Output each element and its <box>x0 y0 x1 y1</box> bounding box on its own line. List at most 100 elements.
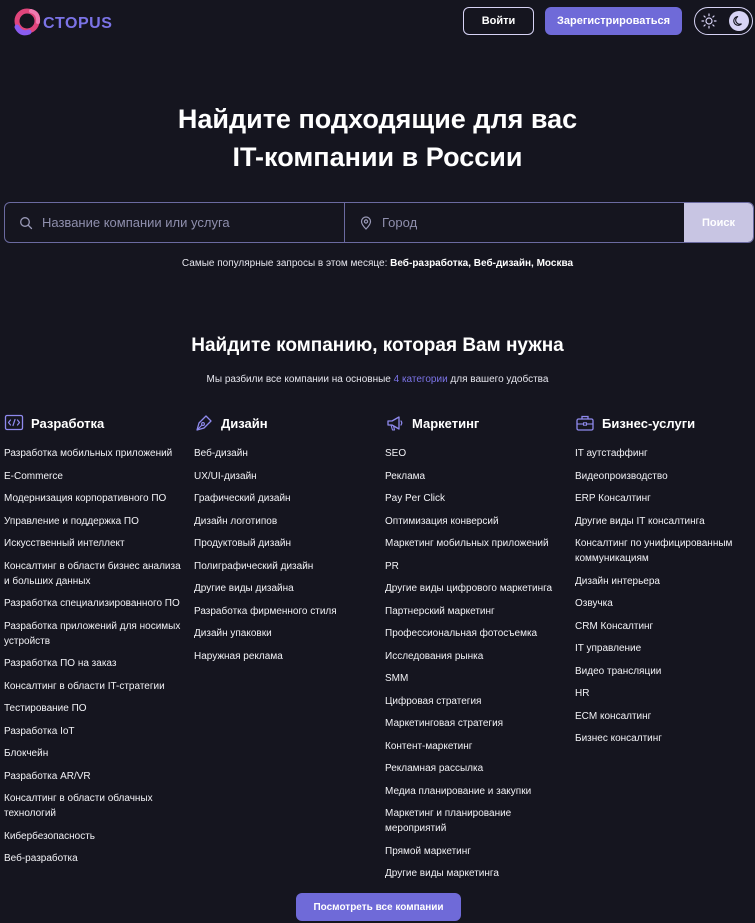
list-item[interactable]: Pay Per Click <box>385 491 570 506</box>
list-item[interactable]: Тестирование ПО <box>4 701 189 716</box>
category-list: Веб-дизайн UX/UI-дизайн Графический диза… <box>194 446 379 664</box>
list-item[interactable]: Кибербезопасность <box>4 829 189 844</box>
hero-title-line1: Найдите подходящие для вас <box>0 100 755 138</box>
search-bar: Поиск <box>4 202 754 243</box>
category-list: IT аутстаффинг Видеопроизводство ERP Кон… <box>575 446 755 746</box>
section-subtitle: Мы разбили все компании на основные 4 ка… <box>0 374 755 385</box>
login-button[interactable]: Войти <box>463 7 534 35</box>
list-item[interactable]: CRM Консалтинг <box>575 619 755 634</box>
category-development: Разработка Разработка мобильных приложен… <box>4 411 189 874</box>
category-header[interactable]: Дизайн <box>194 411 379 435</box>
list-item[interactable]: Другие виды маркетинга <box>385 866 570 881</box>
register-button[interactable]: Зарегистрироваться <box>545 7 682 35</box>
list-item[interactable]: Рекламная рассылка <box>385 761 570 776</box>
list-item[interactable]: Контент-маркетинг <box>385 739 570 754</box>
logo[interactable]: CTOPUS <box>11 5 112 39</box>
list-item[interactable]: Искусственный интеллект <box>4 536 189 551</box>
list-item[interactable]: Дизайн интерьера <box>575 574 755 589</box>
list-item[interactable]: Разработка ПО на заказ <box>4 656 189 671</box>
list-item[interactable]: Маркетинговая стратегия <box>385 716 570 731</box>
list-item[interactable]: Исследования рынка <box>385 649 570 664</box>
list-item[interactable]: Разработка специализированного ПО <box>4 596 189 611</box>
list-item[interactable]: Разработка IoT <box>4 724 189 739</box>
list-item[interactable]: Прямой маркетинг <box>385 844 570 859</box>
list-item[interactable]: Консалтинг в области IT-стратегии <box>4 679 189 694</box>
category-title: Дизайн <box>221 416 268 431</box>
list-item[interactable]: SEO <box>385 446 570 461</box>
list-item[interactable]: Озвучка <box>575 596 755 611</box>
list-item[interactable]: Медиа планирование и закупки <box>385 784 570 799</box>
list-item[interactable]: Видеопроизводство <box>575 469 755 484</box>
list-item[interactable]: Маркетинг мобильных приложений <box>385 536 570 551</box>
list-item[interactable]: Консалтинг по унифицированным коммуникац… <box>575 536 755 566</box>
list-item[interactable]: Профессиональная фотосъемка <box>385 626 570 641</box>
list-item[interactable]: E-Commerce <box>4 469 189 484</box>
category-title: Бизнес-услуги <box>602 416 695 431</box>
list-item[interactable]: UX/UI-дизайн <box>194 469 379 484</box>
category-header[interactable]: Бизнес-услуги <box>575 411 755 435</box>
search-input[interactable] <box>42 215 322 230</box>
list-item[interactable]: SMM <box>385 671 570 686</box>
search-button[interactable]: Поиск <box>684 203 753 242</box>
megaphone-icon <box>385 413 405 433</box>
list-item[interactable]: IT управление <box>575 641 755 656</box>
city-field <box>345 203 684 242</box>
list-item[interactable]: Маркетинг и планирование мероприятий <box>385 806 570 836</box>
list-item[interactable]: Разработка фирменного стиля <box>194 604 379 619</box>
list-item[interactable]: ERP Консалтинг <box>575 491 755 506</box>
hero-title-line2: IT-компании в России <box>0 138 755 176</box>
city-input[interactable] <box>382 215 662 230</box>
list-item[interactable]: Веб-дизайн <box>194 446 379 461</box>
list-item[interactable]: Разработка приложений для носимых устрой… <box>4 619 189 649</box>
list-item[interactable]: IT аутстаффинг <box>575 446 755 461</box>
category-list: Разработка мобильных приложений E-Commer… <box>4 446 189 866</box>
category-title: Маркетинг <box>412 416 479 431</box>
list-item[interactable]: HR <box>575 686 755 701</box>
list-item[interactable]: Консалтинг в области бизнес анализа и бо… <box>4 559 189 589</box>
list-item[interactable]: Другие виды IT консалтинга <box>575 514 755 529</box>
list-item[interactable]: Наружная реклама <box>194 649 379 664</box>
list-item[interactable]: Дизайн логотипов <box>194 514 379 529</box>
list-item[interactable]: Партнерский маркетинг <box>385 604 570 619</box>
list-item[interactable]: Блокчейн <box>4 746 189 761</box>
subtitle-after: для вашего удобства <box>448 374 549 385</box>
list-item[interactable]: Оптимизация конверсий <box>385 514 570 529</box>
list-item[interactable]: ECM консалтинг <box>575 709 755 724</box>
briefcase-icon <box>575 413 595 433</box>
list-item[interactable]: Другие виды цифрового маркетинга <box>385 581 570 596</box>
list-item[interactable]: Консалтинг в области облачных технологий <box>4 791 189 821</box>
logo-text: CTOPUS <box>43 15 112 33</box>
view-all-companies-button[interactable]: Посмотреть все компании <box>296 893 461 921</box>
popular-links[interactable]: Веб-разработка, Веб-дизайн, Москва <box>390 258 573 269</box>
list-item[interactable]: Бизнес консалтинг <box>575 731 755 746</box>
list-item[interactable]: Управление и поддержка ПО <box>4 514 189 529</box>
pen-nib-icon <box>194 413 214 433</box>
octopus-logo-icon <box>11 5 45 39</box>
list-item[interactable]: Модернизация корпоративного ПО <box>4 491 189 506</box>
list-item[interactable]: Продуктовый дизайн <box>194 536 379 551</box>
header: CTOPUS Войти Зарегистрироваться <box>0 0 755 44</box>
toggle-knob <box>729 11 749 31</box>
list-item[interactable]: Цифровая стратегия <box>385 694 570 709</box>
list-item[interactable]: PR <box>385 559 570 574</box>
category-header[interactable]: Маркетинг <box>385 411 570 435</box>
list-item[interactable]: Другие виды дизайна <box>194 581 379 596</box>
list-item[interactable]: Реклама <box>385 469 570 484</box>
list-item[interactable]: Разработка мобильных приложений <box>4 446 189 461</box>
location-pin-icon <box>359 216 373 230</box>
category-marketing: Маркетинг SEO Реклама Pay Per Click Опти… <box>385 411 570 889</box>
category-business: Бизнес-услуги IT аутстаффинг Видеопроизв… <box>575 411 755 754</box>
list-item[interactable]: Дизайн упаковки <box>194 626 379 641</box>
list-item[interactable]: Веб-разработка <box>4 851 189 866</box>
theme-toggle[interactable] <box>694 7 753 35</box>
code-icon <box>4 413 24 433</box>
list-item[interactable]: Видео трансляции <box>575 664 755 679</box>
category-header[interactable]: Разработка <box>4 411 189 435</box>
list-item[interactable]: Полиграфический дизайн <box>194 559 379 574</box>
section-title: Найдите компанию, которая Вам нужна <box>0 335 755 357</box>
hero-title: Найдите подходящие для вас IT-компании в… <box>0 100 755 176</box>
popular-prefix: Самые популярные запросы в этом месяце: <box>182 258 390 269</box>
list-item[interactable]: Графический дизайн <box>194 491 379 506</box>
category-list: SEO Реклама Pay Per Click Оптимизация ко… <box>385 446 570 881</box>
list-item[interactable]: Разработка AR/VR <box>4 769 189 784</box>
